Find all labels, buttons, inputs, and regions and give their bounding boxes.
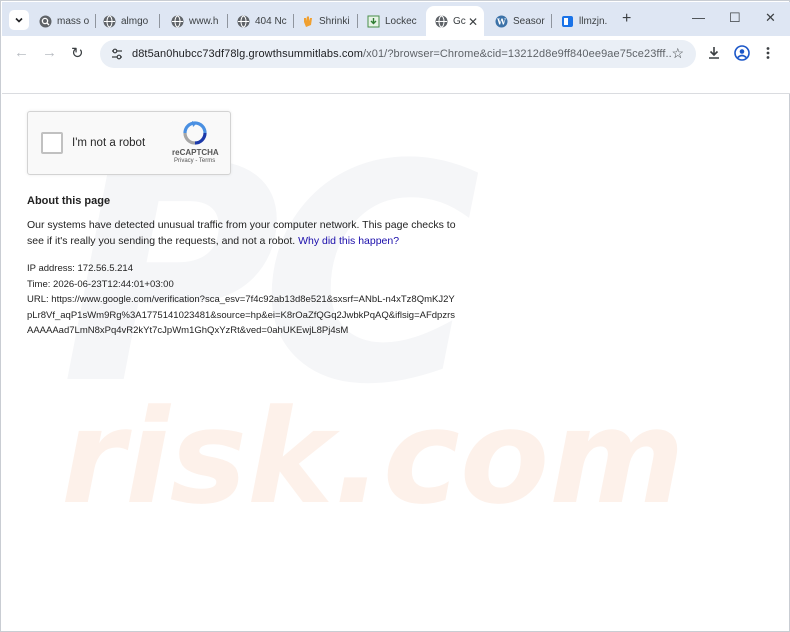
reload-button[interactable]: ↻ <box>71 44 84 62</box>
recaptcha-checkbox[interactable] <box>41 132 63 154</box>
tab-3[interactable]: www.h <box>170 8 228 34</box>
maximize-button[interactable]: ☐ <box>729 10 741 26</box>
tab-strip: mass o almgo www.h 404 Nc Shrinki Lockec… <box>2 2 790 37</box>
forward-button[interactable]: → <box>42 44 57 61</box>
search-tab-icon <box>38 14 52 28</box>
tab-label: Gc <box>453 16 466 27</box>
minimize-button[interactable]: — <box>692 10 705 25</box>
tab-4[interactable]: 404 Nc <box>236 8 294 34</box>
globe-icon <box>170 14 184 28</box>
close-window-button[interactable]: ✕ <box>765 10 776 26</box>
globe-icon <box>102 14 116 28</box>
recaptcha-widget: I'm not a robot reCAPTCHA Privacy - Term… <box>27 111 231 175</box>
bookmark-star-icon[interactable]: ☆ <box>671 45 684 62</box>
traffic-description: Our systems have detected unusual traffi… <box>27 217 457 249</box>
recaptcha-privacy-terms[interactable]: Privacy - Terms <box>174 158 215 164</box>
globe-icon <box>434 15 448 29</box>
recaptcha-brand: reCAPTCHA <box>172 148 219 157</box>
why-link[interactable]: Why did this happen? <box>298 235 399 247</box>
svg-text:W: W <box>496 16 507 26</box>
url-path: /x01/?browser=Chrome&cid=13212d8e9ff840e… <box>362 48 672 60</box>
tab-label: 404 Nc <box>255 15 287 27</box>
download-lock-icon <box>366 14 380 28</box>
request-details: IP address: 172.56.5.214 Time: 2026-06-2… <box>27 261 457 339</box>
globe-icon <box>236 14 250 28</box>
hand-icon <box>300 14 314 28</box>
about-heading: About this page <box>27 195 111 207</box>
chevron-down-icon <box>15 17 23 23</box>
page-content: I'm not a robot reCAPTCHA Privacy - Term… <box>27 111 457 339</box>
tab-5[interactable]: Shrinki <box>300 8 358 34</box>
blue-square-icon <box>560 14 574 28</box>
tab-label: llmzjn. <box>579 15 608 27</box>
tab-9[interactable]: llmzjn. <box>560 8 616 34</box>
tab-label: mass o <box>57 15 90 27</box>
recaptcha-label: I'm not a robot <box>72 137 146 149</box>
request-url: URL: https://www.google.com/verification… <box>27 294 456 336</box>
new-tab-button[interactable]: + <box>622 10 631 28</box>
recaptcha-logo-icon <box>183 121 207 145</box>
tab-2[interactable]: almgo <box>102 8 160 34</box>
site-info-icon[interactable] <box>110 47 124 61</box>
close-tab-icon[interactable]: ✕ <box>468 15 478 29</box>
browser-window: mass o almgo www.h 404 Nc Shrinki Lockec… <box>0 0 790 632</box>
download-icon[interactable] <box>706 45 722 61</box>
tab-label: Seasor <box>513 15 545 27</box>
browser-toolbar: ← → ↻ d8t5an0hubcc73df78lg.growthsummitl… <box>2 36 790 94</box>
tab-search-button[interactable] <box>9 10 29 30</box>
profile-icon[interactable] <box>734 45 750 61</box>
tab-label: Lockec <box>385 15 417 27</box>
tab-label: www.h <box>189 15 219 27</box>
timestamp: Time: 2026-06-23T12:44:01+03:00 <box>27 278 174 290</box>
ip-address: IP address: 172.56.5.214 <box>27 263 133 274</box>
tab-label: Shrinki <box>319 15 350 27</box>
url-text: d8t5an0hubcc73df78lg.growthsummitlabs.co… <box>132 48 672 60</box>
tab-1[interactable]: mass o <box>38 8 96 34</box>
tab-6[interactable]: Lockec <box>366 8 424 34</box>
address-bar[interactable]: d8t5an0hubcc73df78lg.growthsummitlabs.co… <box>100 40 696 68</box>
tab-label: almgo <box>121 15 149 27</box>
url-host: d8t5an0hubcc73df78lg.growthsummitlabs.co… <box>132 48 363 60</box>
back-button[interactable]: ← <box>14 44 29 61</box>
wordpress-icon: W <box>494 14 508 28</box>
tab-8[interactable]: W Seasor <box>494 8 552 34</box>
tab-7-active[interactable]: Gc ✕ <box>426 6 484 37</box>
watermark-text: risk.com <box>61 381 685 533</box>
kebab-menu-icon[interactable] <box>764 45 772 61</box>
